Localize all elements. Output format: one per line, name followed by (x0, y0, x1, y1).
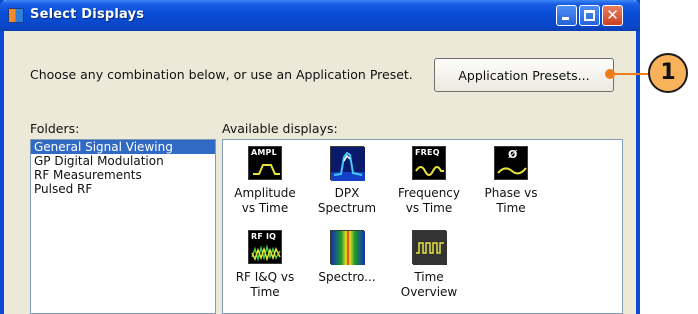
folder-item-general-signal-viewing[interactable]: General Signal Viewing (31, 140, 215, 154)
folders-label: Folders: (30, 121, 80, 136)
close-icon: ✕ (606, 6, 619, 24)
window-title: Select Displays (30, 7, 145, 22)
maximize-icon (584, 10, 595, 21)
available-displays-label: Available displays: (222, 121, 338, 136)
display-label: DPX (334, 186, 360, 200)
ampl-icon: AMPL (248, 146, 282, 180)
display-frequency-vs-time[interactable]: FREQ Frequency vs Time (389, 146, 469, 215)
instruction-text: Choose any combination below, or use an … (30, 67, 413, 82)
display-amplitude-vs-time[interactable]: AMPL Amplitude vs Time (225, 146, 305, 215)
phase-icon: Ø (494, 146, 528, 180)
app-icon (8, 8, 24, 23)
folder-item-rf-measurements[interactable]: RF Measurements (31, 168, 215, 182)
application-presets-button[interactable]: Application Presets... (434, 58, 614, 92)
display-label: vs Time (241, 200, 289, 215)
time-overview-icon (412, 230, 447, 265)
freq-icon: FREQ (412, 146, 446, 180)
display-label: Phase vs (484, 186, 538, 200)
display-time-overview[interactable]: Time Overview (389, 230, 469, 299)
folder-item-pulsed-rf[interactable]: Pulsed RF (31, 182, 215, 196)
display-label: Frequency (398, 186, 460, 200)
callout-leader-line (610, 73, 650, 75)
display-spectrogram[interactable]: Spectro... (307, 230, 387, 285)
display-label: Amplitude (234, 186, 296, 200)
callout-leader-dot (605, 69, 615, 79)
display-label: vs Time (405, 200, 453, 215)
available-displays-list[interactable]: AMPL Amplitudevs Time DPXSpectrum FREQ (222, 139, 623, 314)
display-rf-iq-vs-time[interactable]: RF IQ RF I&Q vs Time (225, 230, 305, 299)
spectrogram-icon (330, 230, 365, 265)
display-label: Spectrum (317, 200, 377, 215)
rfiq-icon: RF IQ (248, 230, 282, 264)
close-button[interactable]: ✕ (602, 5, 623, 26)
minimize-button[interactable] (556, 5, 577, 26)
display-label: Time (414, 270, 444, 284)
maximize-button[interactable] (579, 5, 600, 26)
display-label: Time (250, 284, 280, 299)
display-label: RF I&Q vs (235, 270, 295, 284)
folders-list[interactable]: General Signal Viewing GP Digital Modula… (30, 139, 216, 314)
select-displays-dialog: Select Displays ✕ Choose any combination… (0, 0, 640, 314)
display-label: Spectro... (318, 270, 376, 284)
minimize-icon (562, 17, 569, 20)
title-bar[interactable]: Select Displays ✕ (0, 0, 640, 31)
display-label: Time (496, 200, 526, 215)
display-phase-vs-time[interactable]: Ø Phase vs Time (471, 146, 551, 215)
folder-item-gp-digital-modulation[interactable]: GP Digital Modulation (31, 154, 215, 168)
display-dpx-spectrum[interactable]: DPX Spectrum (307, 146, 387, 215)
dpx-icon (330, 146, 365, 181)
display-label: Overview (400, 284, 458, 299)
callout-number: 1 (648, 53, 688, 93)
